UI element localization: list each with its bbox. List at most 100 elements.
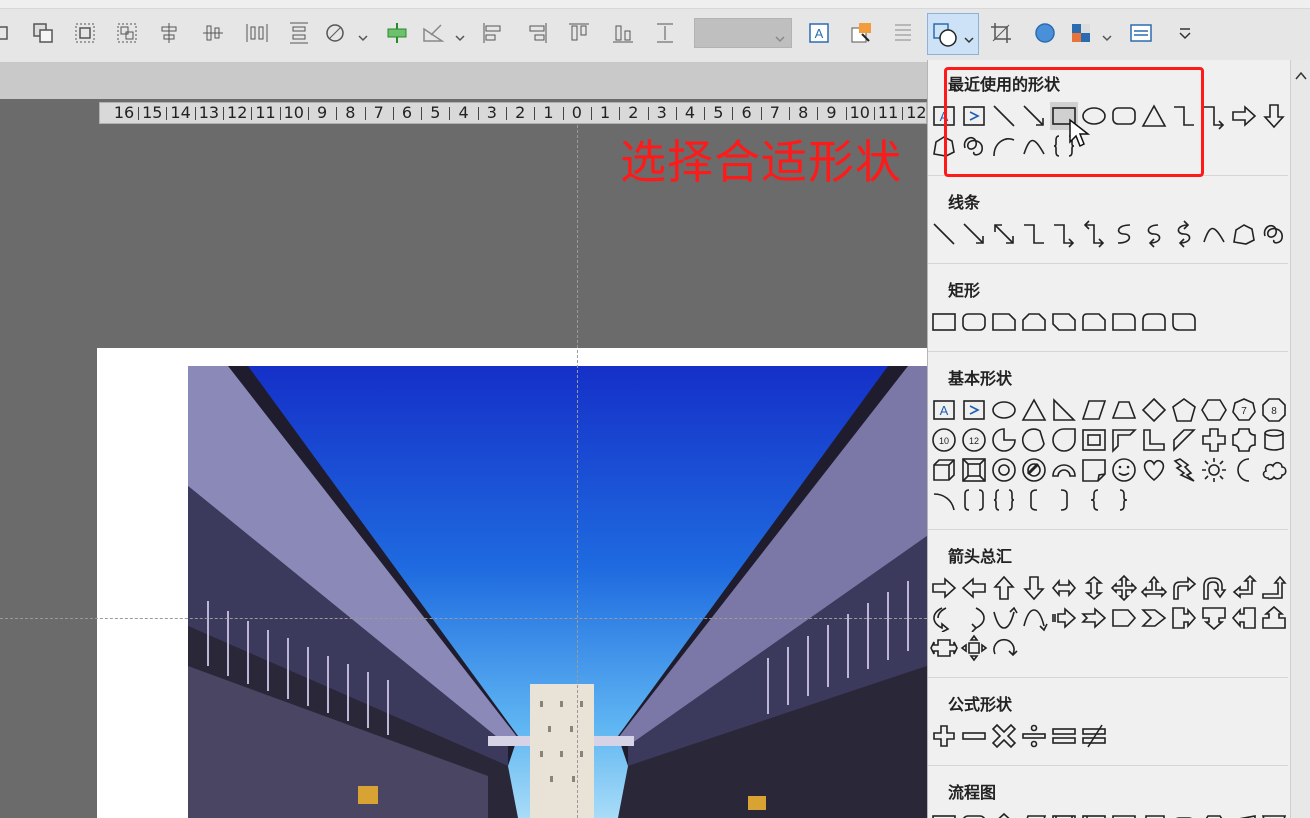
align-left-green-icon[interactable] bbox=[384, 20, 410, 46]
shape-uturn-icon[interactable] bbox=[1200, 574, 1228, 602]
rotate-icon[interactable] bbox=[420, 20, 446, 46]
panel-scrollbar[interactable] bbox=[1290, 60, 1310, 818]
shape-textbox-icon[interactable]: A bbox=[930, 396, 958, 424]
align-top-icon[interactable] bbox=[566, 20, 592, 46]
shape-ucallout-icon[interactable] bbox=[1260, 604, 1288, 632]
shape-snip2-icon[interactable] bbox=[1020, 308, 1048, 336]
shape-sun-icon[interactable] bbox=[1200, 456, 1228, 484]
shape-ellipse-icon[interactable] bbox=[990, 396, 1018, 424]
shape-heptagon-icon[interactable]: 7 bbox=[1230, 396, 1258, 424]
color-scheme-icon[interactable] bbox=[1068, 20, 1094, 46]
shape-darrow-icon[interactable] bbox=[1020, 574, 1048, 602]
shape-stripedr-icon[interactable] bbox=[1050, 604, 1078, 632]
shape-lcallout-icon[interactable] bbox=[1230, 604, 1258, 632]
shape-rtriangle-icon[interactable] bbox=[1050, 396, 1078, 424]
shape-curvedd-icon[interactable] bbox=[1020, 604, 1048, 632]
shape-dblbrace-icon[interactable] bbox=[990, 486, 1018, 514]
shape-diamond-icon[interactable] bbox=[1140, 396, 1168, 424]
shape-quadarrow-icon[interactable] bbox=[1110, 574, 1138, 602]
shape-blockarc-icon[interactable] bbox=[1050, 456, 1078, 484]
shape-pentagon-icon[interactable] bbox=[1170, 396, 1198, 424]
shape-round1-icon[interactable] bbox=[1110, 308, 1138, 336]
shape-elbowarrow-icon[interactable] bbox=[1050, 220, 1078, 248]
change-picture-icon[interactable] bbox=[848, 20, 874, 46]
shape-pie-icon[interactable] bbox=[990, 426, 1018, 454]
shapes-button[interactable] bbox=[927, 13, 979, 55]
shape-halfframe-icon[interactable] bbox=[1110, 426, 1138, 454]
shape-donut-icon[interactable] bbox=[990, 456, 1018, 484]
shape-smiley-icon[interactable] bbox=[1110, 456, 1138, 484]
shape-rarrow-icon[interactable] bbox=[930, 574, 958, 602]
shape-frame-icon[interactable] bbox=[1080, 426, 1108, 454]
shape-hump-icon[interactable] bbox=[1200, 220, 1228, 248]
group-icon[interactable] bbox=[72, 20, 98, 46]
shape-bentarrow-icon[interactable] bbox=[1170, 574, 1198, 602]
shape-sniproundtop-icon[interactable] bbox=[1080, 308, 1108, 336]
shape-folded-icon[interactable] bbox=[1080, 456, 1108, 484]
shape-circarrow-icon[interactable] bbox=[990, 634, 1018, 662]
chevron-down-icon[interactable] bbox=[1102, 28, 1112, 42]
shape-plusop-icon[interactable] bbox=[930, 722, 958, 750]
shape-pentarrow-icon[interactable] bbox=[1110, 604, 1138, 632]
shape-curve-icon[interactable] bbox=[1110, 220, 1138, 248]
shape-leftbrace-icon[interactable] bbox=[1080, 486, 1108, 514]
shape-finternal-icon[interactable] bbox=[1080, 810, 1108, 818]
scroll-up-arrow-icon[interactable] bbox=[1295, 66, 1307, 80]
shape-curvedbl-icon[interactable] bbox=[1170, 220, 1198, 248]
shape-fprocess-icon[interactable] bbox=[930, 810, 958, 818]
shape-fdata-icon[interactable] bbox=[1020, 810, 1048, 818]
building-photo[interactable] bbox=[188, 366, 927, 818]
shape-curvearrow-icon[interactable] bbox=[1140, 220, 1168, 248]
shape-falt-icon[interactable] bbox=[960, 810, 988, 818]
text-direction-icon[interactable] bbox=[890, 20, 916, 46]
align-middle-icon[interactable] bbox=[200, 20, 226, 46]
ungroup-icon[interactable] bbox=[0, 20, 20, 46]
shape-equalop-icon[interactable] bbox=[1050, 722, 1078, 750]
shape-style-dropdown[interactable] bbox=[694, 18, 792, 48]
shape-rightbrace-icon[interactable] bbox=[1110, 486, 1138, 514]
more-icon[interactable] bbox=[1172, 20, 1198, 46]
shape-can-icon[interactable] bbox=[1260, 426, 1288, 454]
shape-chord-icon[interactable] bbox=[1020, 426, 1048, 454]
align-bottom-icon[interactable] bbox=[610, 20, 636, 46]
shape-curvedr-icon[interactable] bbox=[930, 604, 958, 632]
shape-rarrow-icon[interactable] bbox=[1230, 102, 1258, 130]
shape-fterm-icon[interactable] bbox=[1170, 810, 1198, 818]
shape-plus-icon[interactable] bbox=[1200, 426, 1228, 454]
shape-quadcallout-icon[interactable] bbox=[960, 634, 988, 662]
shape-triangle-icon[interactable] bbox=[1020, 396, 1048, 424]
shape-elbowarrow-icon[interactable] bbox=[1200, 102, 1228, 130]
ungroup-objects-icon[interactable] bbox=[114, 20, 140, 46]
shape-fmultidoc-icon[interactable] bbox=[1140, 810, 1168, 818]
shape-minusop-icon[interactable] bbox=[960, 722, 988, 750]
shape-dblarrow-icon[interactable] bbox=[990, 220, 1018, 248]
shape-scribble-icon[interactable] bbox=[1260, 220, 1288, 248]
shape-dcallout-icon[interactable] bbox=[1200, 604, 1228, 632]
shape-fdoc-icon[interactable] bbox=[1110, 810, 1138, 818]
bring-forward-icon[interactable] bbox=[30, 20, 56, 46]
shape-heart-icon[interactable] bbox=[1140, 456, 1168, 484]
shape-parallelogram-icon[interactable] bbox=[1080, 396, 1108, 424]
shape-lrarrow-icon[interactable] bbox=[1050, 574, 1078, 602]
distribute-height-icon[interactable] bbox=[652, 20, 678, 46]
shape-cloud-icon[interactable] bbox=[1260, 456, 1288, 484]
shape-rounddiag-icon[interactable] bbox=[1170, 308, 1198, 336]
crop-icon[interactable] bbox=[988, 20, 1014, 46]
shape-bentup-icon[interactable] bbox=[1260, 574, 1288, 602]
align-right-icon[interactable] bbox=[524, 20, 550, 46]
shape-arcshape-icon[interactable] bbox=[930, 486, 958, 514]
shape-dblbracket-icon[interactable] bbox=[960, 486, 988, 514]
shape-multop-icon[interactable] bbox=[990, 722, 1018, 750]
shape-teardrop-icon[interactable] bbox=[1050, 426, 1078, 454]
layout-icon[interactable] bbox=[1128, 20, 1154, 46]
shape-notchedr-icon[interactable] bbox=[1080, 604, 1108, 632]
shape-fmanual-icon[interactable] bbox=[1230, 810, 1258, 818]
shape-cube-icon[interactable] bbox=[930, 456, 958, 484]
distribute-vertical-icon[interactable] bbox=[286, 20, 312, 46]
shape-rect-icon[interactable] bbox=[930, 308, 958, 336]
shape-curvedu-icon[interactable] bbox=[990, 604, 1018, 632]
shape-round2-icon[interactable] bbox=[1140, 308, 1168, 336]
shape-fmanop-icon[interactable] bbox=[1260, 810, 1288, 818]
combine-shapes-icon[interactable] bbox=[324, 20, 350, 46]
shape-elbowdbl-icon[interactable] bbox=[1080, 220, 1108, 248]
